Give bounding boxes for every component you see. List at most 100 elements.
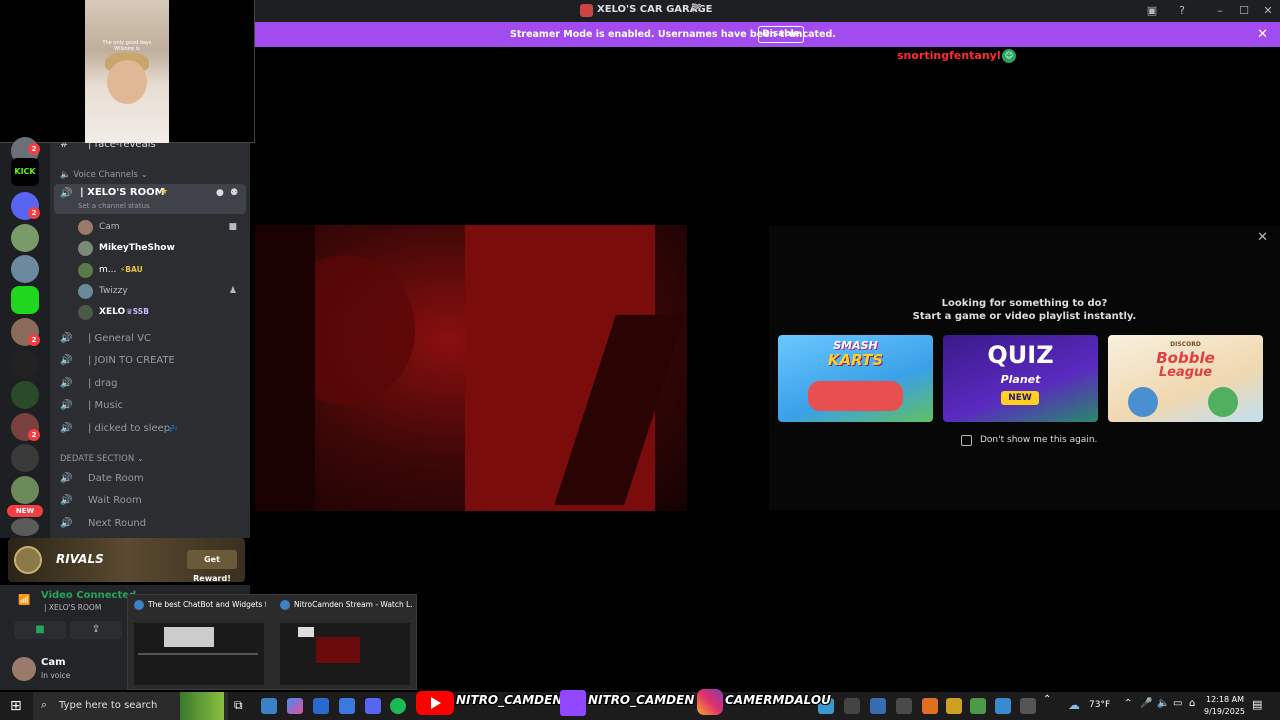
voice-channel[interactable]: 🔊 Next Round: [60, 514, 245, 534]
tray-expand-icon[interactable]: ⌃: [1043, 694, 1051, 705]
voice-user[interactable]: MikeyTheShow: [78, 238, 243, 258]
discord-icon[interactable]: [365, 698, 381, 714]
app-icon[interactable]: [870, 698, 886, 714]
volume-icon[interactable]: 🔈: [1157, 698, 1169, 709]
app-icon[interactable]: [946, 698, 962, 714]
screenshare-icon[interactable]: ⇪: [70, 621, 122, 639]
voice-channel[interactable]: 🔊 | Music: [60, 396, 245, 416]
room-status[interactable]: Set a channel status: [78, 202, 150, 210]
app-icon[interactable]: [995, 698, 1011, 714]
close-window-icon[interactable]: ✕: [1256, 2, 1280, 20]
voice-channel[interactable]: 🔊 Date Room: [60, 469, 245, 489]
instagram-handle: CAMERMDALOU: [725, 693, 831, 707]
category-date-section[interactable]: DEDATE SECTION ⌄: [60, 454, 144, 464]
voice-channel[interactable]: 🔊 Wait Room: [60, 491, 245, 511]
windows-start-icon[interactable]: ⊞: [10, 698, 22, 714]
voice-user[interactable]: Cam ■: [78, 217, 243, 237]
avatar[interactable]: [12, 657, 36, 681]
dont-show-checkbox[interactable]: [961, 435, 972, 446]
thumbnail-detail: [298, 627, 314, 637]
close-banner-icon[interactable]: ✕: [1257, 27, 1268, 42]
voice-location[interactable]: | XELO'S ROOM: [44, 603, 101, 612]
kick-server-icon[interactable]: KICK: [11, 158, 39, 186]
game-card-bobble-league[interactable]: DISCORD Bobble League: [1108, 335, 1263, 422]
server-icon[interactable]: [11, 476, 39, 504]
headline-line: Start a game or video playlist instantly…: [912, 311, 1137, 322]
game-card-quiz-planet[interactable]: QUIZ Planet NEW: [943, 335, 1098, 422]
activity-launcher: ✕ Looking for something to do? Start a g…: [769, 226, 1280, 510]
get-reward-button[interactable]: Get Reward!: [187, 550, 237, 583]
spotify-icon[interactable]: [390, 698, 406, 714]
category-voice-channels[interactable]: 🔈 Voice Channels ⌄: [60, 170, 148, 180]
rivals-promo[interactable]: RIVALS Get Reward!: [8, 538, 245, 583]
speaker-icon: 🔊: [60, 400, 73, 411]
window-thumbnail[interactable]: NitroCamden Stream - Watch L...: [274, 595, 414, 691]
avatar: [78, 220, 93, 235]
camera-toggle-icon[interactable]: ■: [14, 621, 66, 639]
search-icon: ⌕: [41, 698, 48, 711]
voice-state: Video Connected: [41, 590, 137, 601]
inbox-icon[interactable]: ▣: [1140, 2, 1164, 20]
search-placeholder: Type here to search: [59, 700, 158, 711]
promo-brand: RIVALS: [56, 552, 104, 566]
help-icon[interactable]: ?: [1170, 2, 1194, 20]
chat-icon[interactable]: ●: [216, 188, 224, 198]
speaker-icon: 🔈: [60, 170, 71, 180]
app-icon[interactable]: [896, 698, 912, 714]
edge-icon[interactable]: [261, 698, 277, 714]
voice-channel[interactable]: 🔊 | drag: [60, 374, 245, 394]
clock-date[interactable]: 9/19/2025: [1204, 707, 1245, 716]
server-icon[interactable]: [11, 350, 39, 378]
thumbnail-detail: [164, 627, 214, 647]
new-badge: NEW: [1001, 391, 1039, 405]
thumbnail-image: [134, 623, 264, 685]
store-icon[interactable]: [339, 698, 355, 714]
clock-time[interactable]: 12:18 AM: [1206, 695, 1244, 704]
chevron-up-icon[interactable]: ⌃: [1124, 698, 1132, 709]
speaker-icon: 🔊: [60, 333, 73, 344]
voice-user[interactable]: Twizzy ♟: [78, 281, 243, 301]
server-icon[interactable]: [11, 381, 39, 409]
disable-button[interactable]: Disable: [758, 26, 804, 43]
minimize-icon[interactable]: –: [1208, 2, 1232, 20]
voice-channel[interactable]: 🔊 | General VC: [60, 329, 245, 349]
invite-icon[interactable]: ⚉: [230, 188, 238, 198]
character-art: [1128, 387, 1158, 417]
server-icon[interactable]: [11, 255, 39, 283]
copilot-icon[interactable]: [287, 698, 303, 714]
twitch-handle: NITRO_CAMDEN: [588, 693, 695, 707]
battery-icon[interactable]: ▭: [1173, 698, 1182, 709]
stream-video[interactable]: [255, 225, 687, 511]
app-icon[interactable]: [844, 698, 860, 714]
mic-icon[interactable]: 🎤: [1140, 698, 1152, 709]
notifications-icon[interactable]: ▤: [1252, 698, 1262, 711]
outlook-icon[interactable]: [313, 698, 329, 714]
maximize-icon[interactable]: ☐: [1232, 2, 1256, 20]
channel-face-reveals[interactable]: # | face-reveals: [60, 143, 245, 155]
app-icon[interactable]: [970, 698, 986, 714]
category-label: Voice Channels: [73, 170, 138, 180]
server-icon[interactable]: [11, 518, 39, 536]
server-icon[interactable]: [11, 444, 39, 472]
thumbnail-detail: [138, 653, 258, 655]
voice-user[interactable]: XELO ♛SSB: [78, 302, 243, 322]
game-card-smash-karts[interactable]: SMASH KARTS: [778, 335, 933, 422]
active-voice-room[interactable]: 🔊 | XELO'S ROOM ★ Set a channel status ●…: [54, 184, 246, 214]
close-icon[interactable]: ✕: [1257, 230, 1268, 245]
voice-user[interactable]: m... ⚡BAU: [78, 260, 243, 280]
server-icon[interactable]: [11, 286, 39, 314]
speaker-icon: 🔊: [60, 473, 73, 484]
app-icon[interactable]: [922, 698, 938, 714]
voice-channel[interactable]: 🔊 | dicked to sleep 💤: [60, 419, 245, 439]
app-icon[interactable]: [1020, 698, 1036, 714]
play-triangle: [431, 697, 441, 709]
task-view-icon[interactable]: ⧉: [234, 698, 243, 713]
weather-temp[interactable]: 73°F: [1089, 700, 1110, 710]
chevron-down-icon: ⌄: [136, 454, 145, 464]
window-thumbnail[interactable]: The best ChatBot and Widgets f...: [128, 595, 268, 691]
chevron-down-icon: ⌄: [140, 170, 148, 180]
server-icon[interactable]: [11, 224, 39, 252]
activity-headline: Looking for something to do? Start a gam…: [769, 297, 1280, 323]
network-icon[interactable]: ⌂: [1189, 698, 1195, 709]
voice-channel[interactable]: 🔊 | JOIN TO CREATE: [60, 351, 245, 371]
